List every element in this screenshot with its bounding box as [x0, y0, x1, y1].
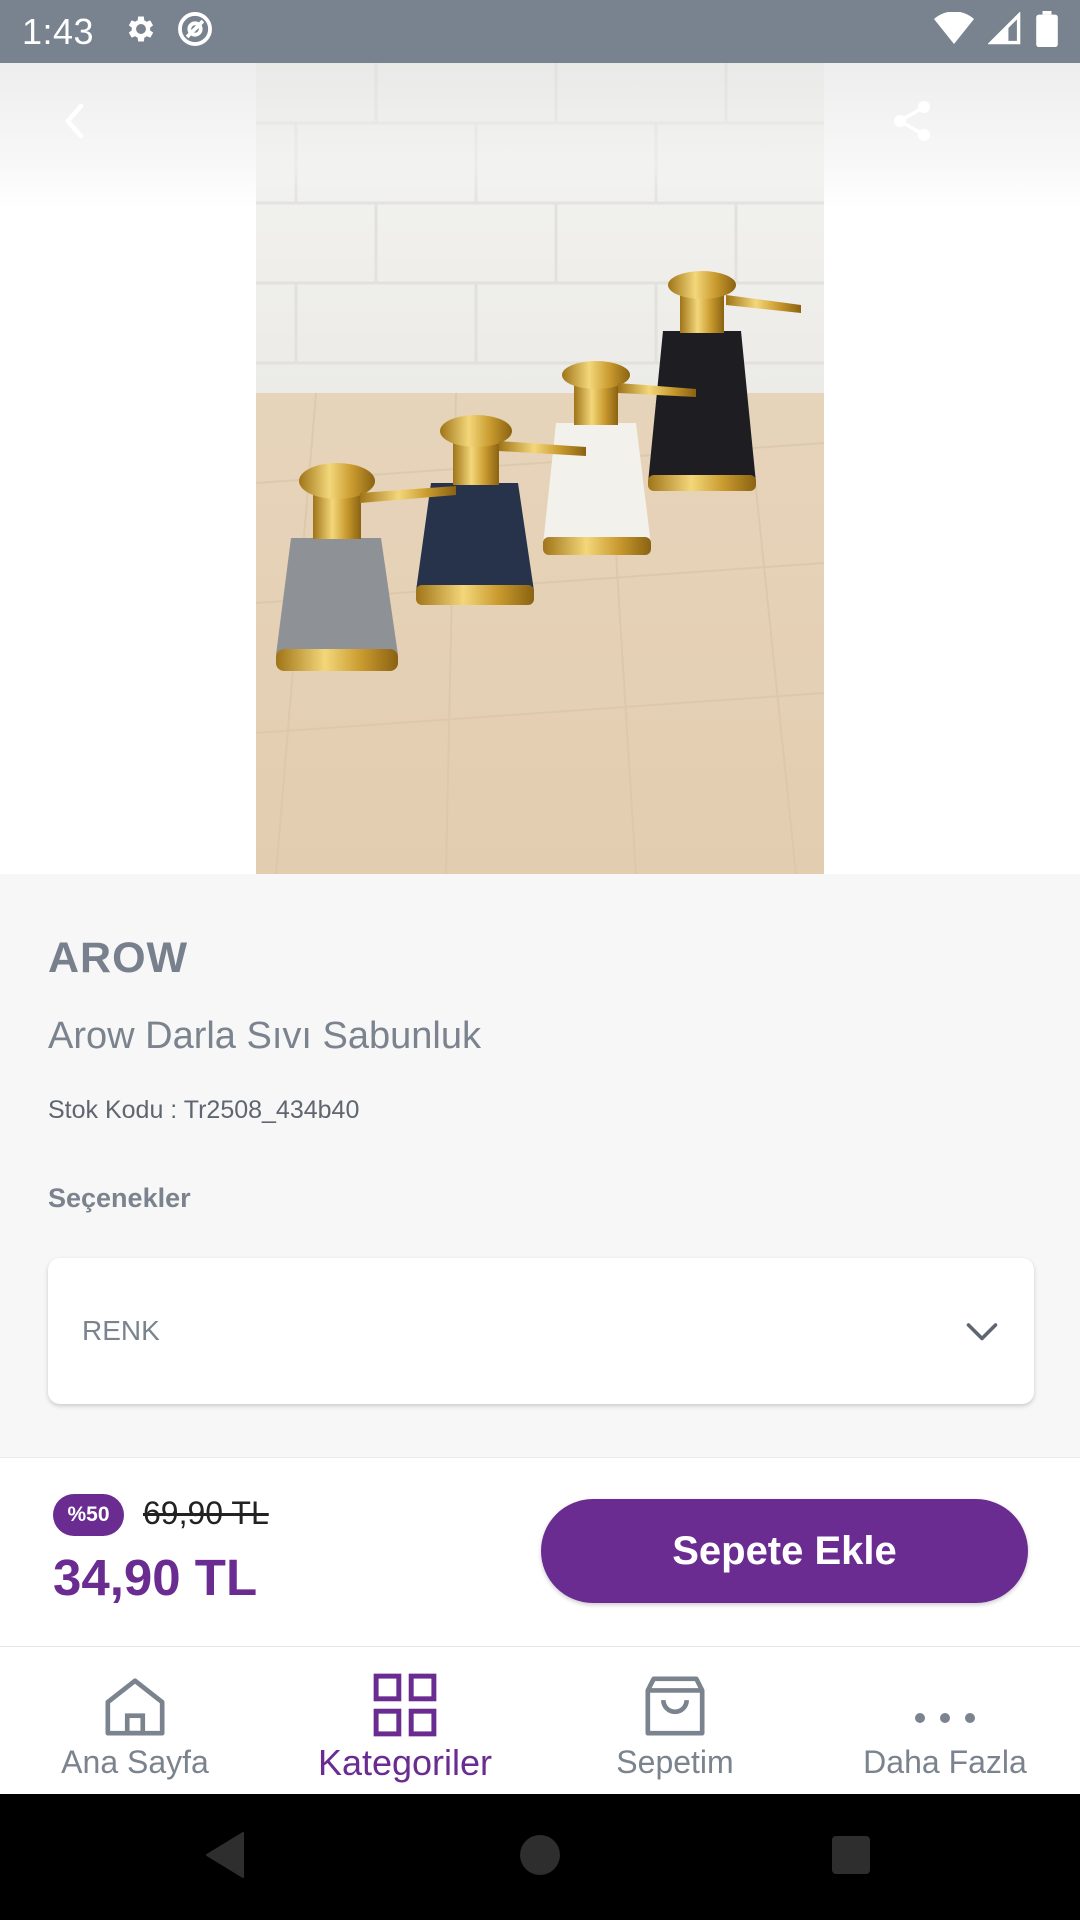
share-button[interactable] [880, 91, 944, 155]
nav-item-categories[interactable]: Kategoriler [270, 1647, 540, 1794]
discount-badge: %50 [53, 1494, 124, 1536]
nav-item-cart[interactable]: Sepetim [540, 1647, 810, 1794]
status-right-icons [934, 11, 1058, 52]
nav-label-categories: Kategoriler [317, 1742, 493, 1783]
at-sign-icon [176, 10, 214, 53]
chevron-left-icon [56, 101, 96, 146]
square-recents-icon [830, 1834, 872, 1881]
back-button[interactable] [44, 91, 108, 155]
battery-icon [1036, 11, 1058, 52]
share-icon [888, 97, 936, 150]
system-home-button[interactable] [515, 1832, 565, 1882]
triangle-back-icon [203, 1831, 247, 1884]
product-sku: Stok Kodu : Tr2508_434b40 [48, 1096, 360, 1124]
system-recents-button[interactable] [826, 1832, 876, 1882]
color-select[interactable]: RENK [48, 1258, 1034, 1404]
shopping-bag-icon [642, 1647, 708, 1742]
options-label: Seçenekler [48, 1183, 191, 1213]
status-left-icons [124, 10, 214, 53]
grid-icon [372, 1647, 438, 1742]
signal-icon [987, 11, 1022, 51]
add-to-cart-button[interactable]: Sepete Ekle [541, 1499, 1028, 1603]
more-icon [910, 1647, 980, 1742]
price-bar: %50 69,90 TL 34,90 TL Sepete Ekle [0, 1457, 1080, 1647]
status-bar: 1:43 [0, 0, 1080, 63]
settings-icon [124, 12, 158, 51]
nav-label-cart: Sepetim [616, 1744, 734, 1780]
color-select-value: RENK [82, 1315, 160, 1346]
product-details: AROW Arow Darla Sıvı Sabunluk Stok Kodu … [0, 874, 1080, 1457]
old-price: 69,90 TL [143, 1495, 269, 1531]
new-price: 34,90 TL [53, 1549, 258, 1606]
system-nav-bar [0, 1794, 1080, 1920]
product-name: Arow Darla Sıvı Sabunluk [48, 1015, 481, 1057]
home-icon [102, 1647, 168, 1742]
product-image-area [0, 63, 1080, 874]
system-back-button[interactable] [200, 1831, 250, 1884]
product-brand: AROW [48, 934, 189, 982]
nav-label-home: Ana Sayfa [61, 1744, 209, 1780]
status-time: 1:43 [22, 10, 95, 52]
nav-item-home[interactable]: Ana Sayfa [0, 1647, 270, 1794]
circle-home-icon [518, 1833, 562, 1882]
bottom-nav: Ana Sayfa Kategoriler Sepetim Daha Fazla [0, 1647, 1080, 1794]
wifi-icon [934, 11, 974, 51]
nav-item-more[interactable]: Daha Fazla [810, 1647, 1080, 1794]
nav-label-more: Daha Fazla [863, 1744, 1027, 1780]
chevron-down-icon [964, 1313, 1000, 1349]
